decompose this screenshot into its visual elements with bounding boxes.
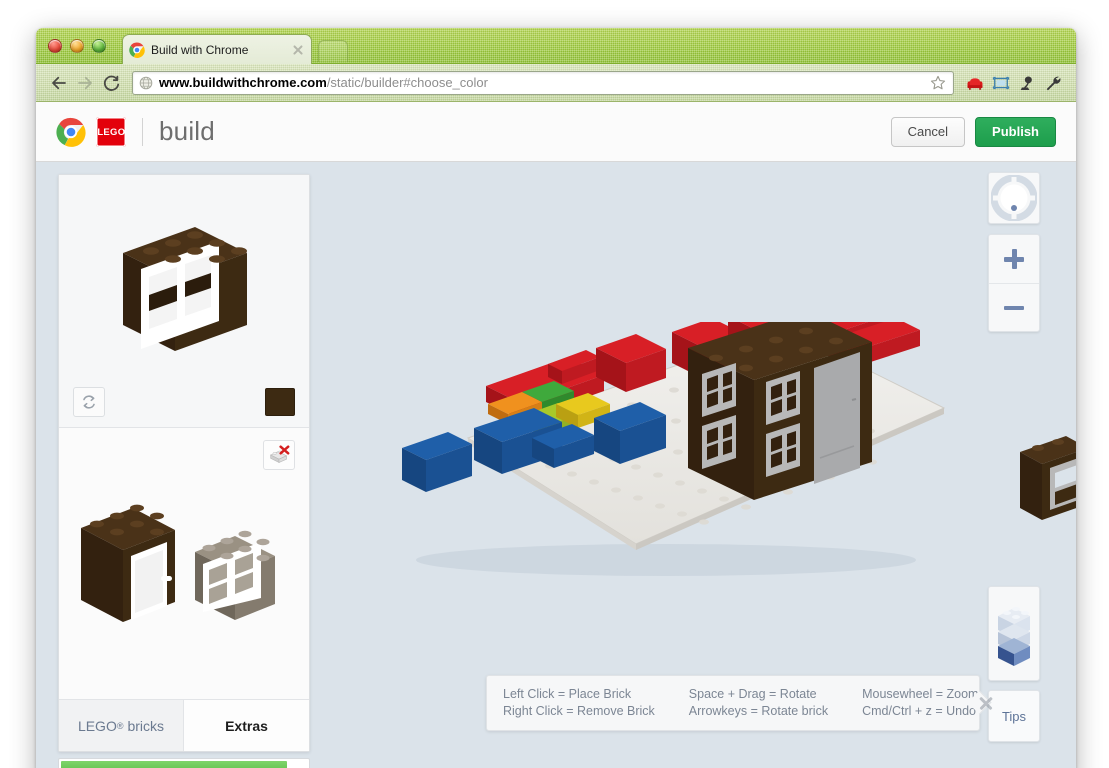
page-title: build	[159, 116, 215, 146]
palette-brick-list	[81, 504, 275, 622]
new-tab-button[interactable]	[318, 40, 348, 62]
tips-column-3: Mousewheel = Zoom Cmd/Ctrl + z = Undo	[862, 686, 978, 720]
back-button[interactable]	[46, 70, 72, 96]
cancel-button[interactable]: Cancel	[890, 116, 966, 147]
brick-palette-pane	[59, 428, 309, 699]
address-bar-text: www.buildwithchrome.com/static/builder#c…	[159, 75, 488, 90]
minus-icon	[1004, 298, 1024, 318]
publish-button[interactable]: Publish	[975, 116, 1056, 147]
screenshot-root: Build with Chrome www.buildwithchrome.co…	[0, 0, 1109, 768]
page-content: LEGO build Cancel Publish LEGO ® bricks …	[36, 102, 1076, 768]
star-icon[interactable]	[929, 74, 947, 92]
maximize-window-button[interactable]	[92, 39, 106, 53]
selected-color-swatch[interactable]	[265, 388, 295, 416]
builder-workspace[interactable]: LEGO ® bricks Extras Tips Left Click = P…	[36, 162, 1076, 768]
delete-brick-icon	[269, 445, 290, 464]
rotation-compass-icon	[991, 175, 1037, 221]
brown-window-brick-preview	[123, 227, 247, 351]
tip-space-drag: Space + Drag = Rotate	[688, 687, 817, 701]
gray-window-brick[interactable]	[195, 530, 275, 620]
tab-extras[interactable]: Extras	[184, 700, 309, 751]
window-traffic-lights	[48, 39, 106, 53]
zoom-out-button[interactable]	[989, 283, 1039, 331]
header-actions: Cancel Publish	[890, 116, 1056, 147]
url-host: www.buildwithchrome.com	[159, 75, 327, 90]
url-path: /static/builder#choose_color	[326, 75, 488, 90]
extension-lamp-button[interactable]	[1014, 70, 1040, 96]
lego-logo-icon: LEGO	[96, 116, 126, 147]
rotate-icon	[83, 395, 95, 409]
chrome-menu-button[interactable]	[1040, 70, 1066, 96]
rotate-brick-button[interactable]	[73, 387, 105, 417]
brick-stack-icon	[998, 606, 1030, 666]
registered-mark: ®	[116, 720, 124, 731]
chrome-logo-icon	[56, 117, 86, 147]
loading-progress-bar	[58, 758, 310, 768]
forward-button[interactable]	[72, 70, 98, 96]
brick-stack-button[interactable]	[988, 586, 1040, 681]
brick-sidebar: LEGO ® bricks Extras	[58, 174, 310, 752]
tab-lego-label: LEGO	[77, 717, 117, 734]
tab-bricks-label: bricks	[127, 717, 165, 734]
progress-fill	[61, 761, 288, 768]
tab-close-icon[interactable]	[291, 43, 305, 57]
tips-button[interactable]: Tips	[988, 690, 1040, 742]
palette-items	[69, 476, 299, 631]
tips-bar: Left Click = Place Brick Right Click = R…	[486, 675, 980, 731]
tip-left-click: Left Click = Place Brick	[503, 687, 632, 701]
browser-titlebar: Build with Chrome	[36, 28, 1076, 64]
sofa-icon	[967, 77, 983, 90]
sidebar-tabs: LEGO ® bricks Extras	[59, 699, 309, 751]
brown-house-with-windows	[688, 322, 872, 500]
delete-brick-button[interactable]	[263, 440, 295, 470]
tip-right-click: Right Click = Remove Brick	[503, 704, 655, 718]
lamp-icon	[1020, 76, 1032, 90]
brown-window-brick-cursor	[1020, 436, 1076, 520]
browser-toolbar: www.buildwithchrome.com/static/builder#c…	[36, 64, 1076, 102]
lego-build-scene[interactable]	[336, 322, 976, 582]
tip-undo: Cmd/Ctrl + z = Undo	[862, 704, 977, 718]
back-arrow-icon	[52, 76, 66, 89]
extension-sofa-button[interactable]	[962, 70, 988, 96]
reload-icon	[103, 75, 120, 91]
rotation-compass-control[interactable]	[988, 172, 1040, 224]
extension-screencast-button[interactable]	[988, 70, 1014, 96]
tips-column-1: Left Click = Place Brick Right Click = R…	[503, 686, 655, 720]
browser-window: Build with Chrome www.buildwithchrome.co…	[36, 28, 1076, 768]
tip-mousewheel: Mousewheel = Zoom	[862, 687, 979, 701]
brick-preview-pane	[59, 175, 309, 428]
plus-icon	[1004, 249, 1024, 269]
globe-icon	[139, 76, 153, 89]
address-bar[interactable]: www.buildwithchrome.com/static/builder#c…	[132, 70, 954, 95]
brown-door-brick[interactable]	[81, 504, 175, 622]
screencast-icon	[992, 76, 1010, 89]
zoom-controls	[988, 234, 1040, 332]
close-window-button[interactable]	[48, 39, 62, 53]
tips-column-2: Space + Drag = Rotate Arrowkeys = Rotate…	[689, 686, 828, 720]
preview-tools	[73, 387, 295, 417]
minimize-window-button[interactable]	[70, 39, 84, 53]
tip-arrowkeys: Arrowkeys = Rotate brick	[688, 704, 829, 718]
forward-arrow-icon	[78, 76, 92, 89]
reload-button[interactable]	[98, 70, 124, 96]
app-header: LEGO build Cancel Publish	[36, 102, 1076, 162]
tab-title: Build with Chrome	[151, 42, 249, 57]
browser-tab[interactable]: Build with Chrome	[122, 34, 312, 64]
brand-area: LEGO build	[56, 116, 215, 147]
lego-logo-text: LEGO	[96, 126, 126, 137]
gray-door	[814, 352, 860, 484]
zoom-in-button[interactable]	[989, 235, 1039, 283]
chrome-icon	[129, 41, 145, 58]
wrench-menu-icon	[1046, 76, 1061, 90]
brand-divider	[142, 117, 143, 146]
tab-lego-bricks[interactable]: LEGO ® bricks	[59, 700, 184, 751]
